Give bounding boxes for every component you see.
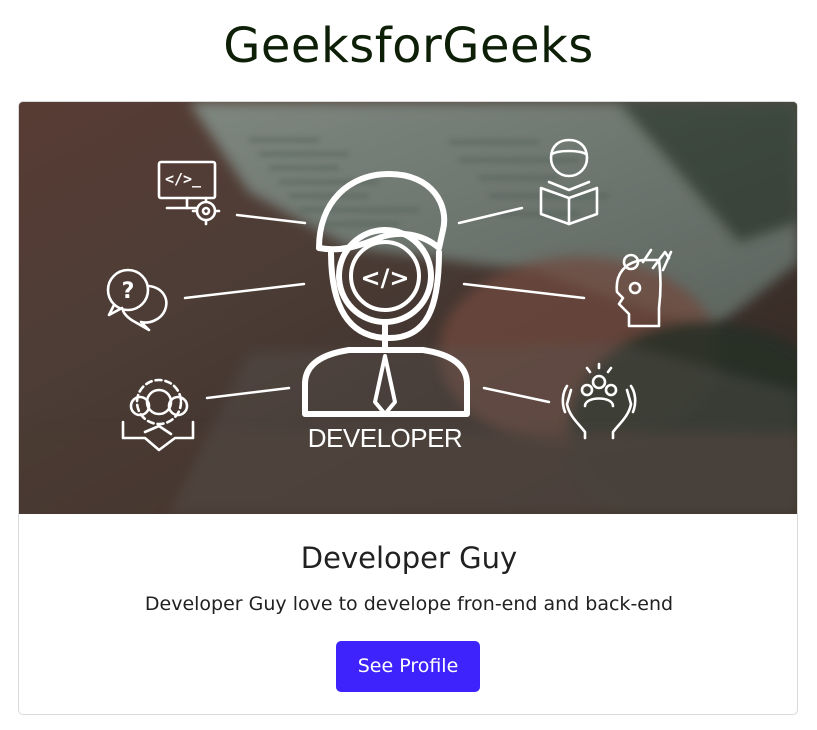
profile-card: </> DEVELOPER </>_ ? Developer Guy Devel… [18,101,798,715]
page: GeeksforGeeks </> DEVELOPER </>_ ? Devel… [0,0,817,730]
card-image: </> DEVELOPER </>_ ? [19,102,797,514]
card-description: Developer Guy love to develope fron-end … [144,593,674,615]
developer-caption: DEVELOPER [308,423,462,453]
code-glyph: </> [361,264,410,292]
card-body: Developer Guy Developer Guy love to deve… [19,514,797,714]
see-profile-button[interactable]: See Profile [336,641,480,692]
question-mark-glyph: ? [122,279,135,304]
site-title: GeeksforGeeks [223,18,594,74]
monitor-code-glyph: </>_ [165,170,202,188]
card-title: Developer Guy [300,541,518,575]
